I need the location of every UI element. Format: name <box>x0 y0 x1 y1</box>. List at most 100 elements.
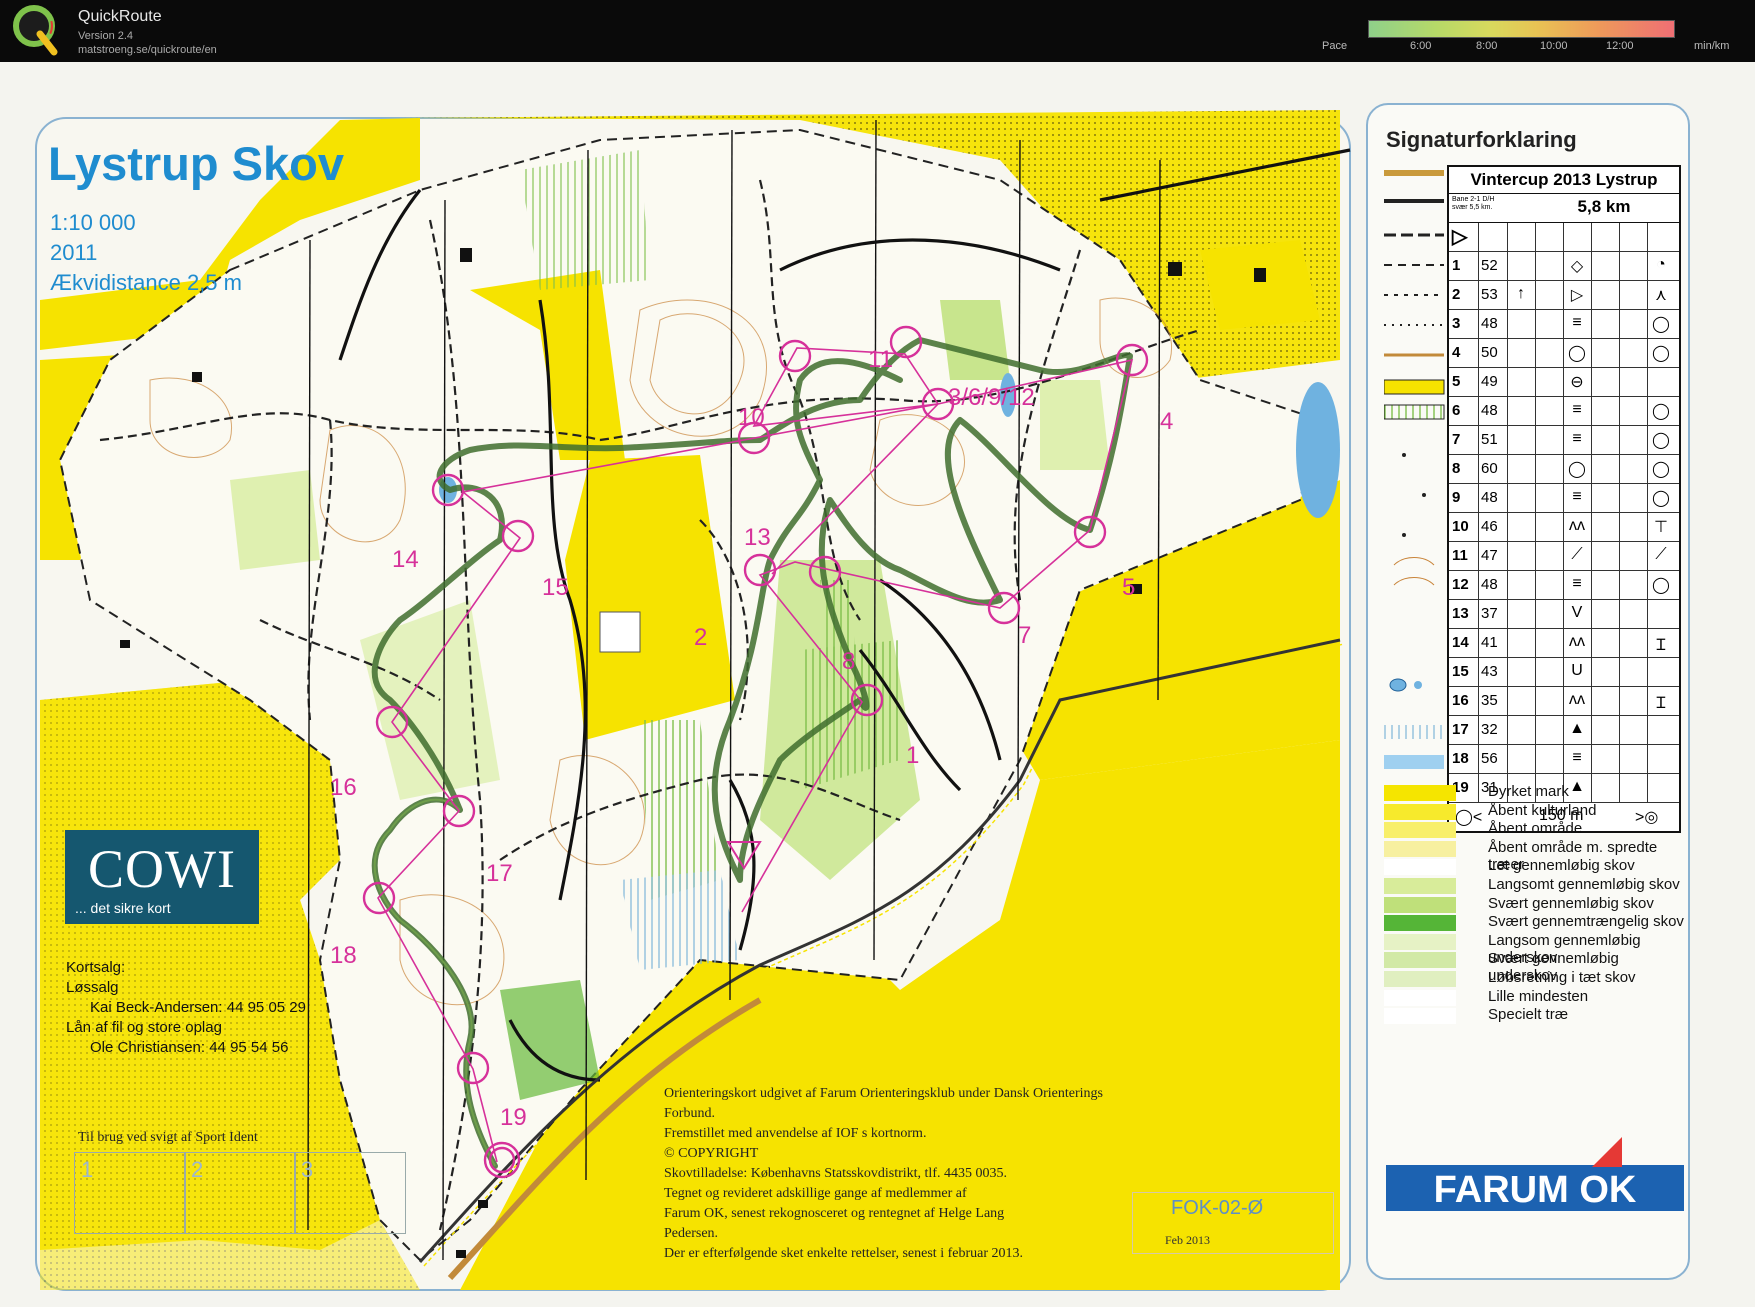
control-number: 9 <box>1452 489 1461 506</box>
legend-swatch <box>1384 840 1456 857</box>
legend-item: Svært gennemløbig skov <box>1488 894 1654 912</box>
column-d-symbol: ◯ <box>1568 461 1586 478</box>
control-description-info: Bane 2-1 D/H svær 5,5 km. 5,8 km <box>1449 194 1679 223</box>
control-description-row: 3 48 ≡ ◯ <box>1449 310 1679 339</box>
control-code: 48 <box>1481 489 1498 506</box>
finish-left-symbol: ◯< <box>1455 809 1483 826</box>
pace-tick: 12:00 <box>1606 40 1634 52</box>
sportident-box: 1 <box>74 1152 186 1234</box>
legend-swatch <box>1384 785 1456 801</box>
control-description-row: 15 43 U <box>1449 658 1679 687</box>
credit-line: Fremstillet med anvendelse af IOF s kort… <box>664 1126 927 1141</box>
quickroute-logo-icon <box>10 4 60 56</box>
column-d-symbol: ⟋ <box>1571 546 1583 563</box>
column-g-symbol: Ɪ <box>1656 637 1666 654</box>
map-code-date: Feb 2013 <box>1165 1233 1210 1247</box>
control-code: 32 <box>1481 721 1498 738</box>
legend-item: Svært gennemtrængelig skov <box>1488 913 1684 931</box>
control-description-row: 17 32 ▲ <box>1449 716 1679 745</box>
control-number: 7 <box>1452 431 1461 448</box>
sportident-box: 2 <box>184 1152 296 1234</box>
pace-color-scale <box>1368 20 1675 38</box>
column-g-symbol: ⊤ <box>1654 519 1668 536</box>
legend-item: Løbsretning i tæt skov <box>1488 969 1636 986</box>
control-number: 15 <box>1452 663 1469 680</box>
column-d-symbol: ≡ <box>1572 749 1582 766</box>
column-d-symbol: ▲ <box>1569 720 1585 737</box>
control-code: 51 <box>1481 431 1498 448</box>
pace-tick: 8:00 <box>1476 40 1498 52</box>
app-title: QuickRoute <box>78 8 162 25</box>
control-code: 48 <box>1481 315 1498 332</box>
control-description-row: 10 46 ʌʌ ⊤ <box>1449 513 1679 542</box>
app-header: QuickRoute Version 2.4 matstroeng.se/qui… <box>0 0 1755 62</box>
control-label: 1 <box>906 742 920 769</box>
control-number: 18 <box>1452 750 1469 767</box>
column-d-symbol: ≡ <box>1572 314 1582 331</box>
control-code: 52 <box>1481 257 1498 274</box>
legend-swatch <box>1384 989 1456 1006</box>
control-description-row: 1 52 ◇ ◔ <box>1449 252 1679 281</box>
legend-swatch <box>1384 971 1456 987</box>
finish-right-symbol: >◎ <box>1635 809 1659 826</box>
column-g-symbol: ◯ <box>1652 316 1670 333</box>
control-number: 4 <box>1452 344 1461 361</box>
control-code: 49 <box>1481 373 1498 390</box>
legend-item: Let gennemløbig skov <box>1488 857 1635 875</box>
map-title: Lystrup Skov <box>48 137 344 190</box>
control-description-row: 12 48 ≡ ◯ <box>1449 571 1679 600</box>
credit-line: Tegnet og revideret adskillige gange af … <box>664 1186 967 1201</box>
column-c-symbol: ↑ <box>1517 285 1525 302</box>
legend-swatch <box>1384 933 1456 950</box>
control-description-row: 6 48 ≡ ◯ <box>1449 397 1679 426</box>
control-label: 18 <box>330 942 357 969</box>
control-code: 43 <box>1481 663 1498 680</box>
legend-item: Åbent område <box>1488 820 1583 838</box>
course-length: 5,8 km <box>1577 197 1631 216</box>
control-label: 14 <box>392 546 419 573</box>
column-g-symbol: ◔ <box>1656 256 1666 273</box>
legend-swatch <box>1384 915 1456 932</box>
app-version: Version 2.4 <box>78 30 134 42</box>
column-d-symbol: ◯ <box>1568 345 1586 362</box>
control-label: 2 <box>694 624 708 651</box>
control-description-row: 5 49 ⊖ <box>1449 368 1679 397</box>
app-url-link[interactable]: matstroeng.se/quickroute/en <box>78 44 217 56</box>
control-description-row: 4 50 ◯ ◯ <box>1449 339 1679 368</box>
control-number: 13 <box>1452 605 1469 622</box>
pace-tick: 10:00 <box>1540 40 1568 52</box>
control-code: 35 <box>1481 692 1498 709</box>
control-description-row: 9 48 ≡ ◯ <box>1449 484 1679 513</box>
sales-single-contact: Kai Beck-Andersen: 44 95 05 29 <box>90 999 306 1016</box>
control-description-row: 16 35 ʌʌ Ɪ <box>1449 687 1679 716</box>
control-number: 17 <box>1452 721 1469 738</box>
column-d-symbol: ʌʌ <box>1569 691 1585 708</box>
legend-swatch <box>1384 896 1456 913</box>
control-number: 10 <box>1452 518 1469 535</box>
credit-line: © COPYRIGHT <box>664 1146 759 1161</box>
legend-title: Signaturforklaring <box>1386 127 1577 152</box>
column-g-symbol: ◯ <box>1652 461 1670 478</box>
legend-swatch <box>1384 803 1456 820</box>
credit-line: Skovtilladelse: Københavns Statsskovdist… <box>664 1166 1007 1181</box>
control-label: 15 <box>542 574 569 601</box>
control-description-row: 11 47 ⟋ ⟋ <box>1449 542 1679 571</box>
column-g-symbol: ◯ <box>1652 403 1670 420</box>
column-g-symbol: ◯ <box>1652 345 1670 362</box>
control-label: 3/6/9/12 <box>948 384 1035 411</box>
control-code: 41 <box>1481 634 1498 651</box>
legend-swatch <box>1384 859 1456 876</box>
legend-swatch <box>1384 952 1456 969</box>
control-code: 60 <box>1481 460 1498 477</box>
legend-item: Åbent kulturland <box>1488 801 1597 819</box>
legend-swatch <box>1384 822 1456 839</box>
control-code: 48 <box>1481 576 1498 593</box>
control-number: 12 <box>1452 576 1469 593</box>
control-number: 2 <box>1452 286 1461 303</box>
control-description-sheet: Vintercup 2013 Lystrup Bane 2-1 D/H svær… <box>1447 165 1681 833</box>
control-code: 46 <box>1481 518 1498 535</box>
column-d-symbol: ≡ <box>1572 488 1582 505</box>
control-description-row: 2 53 ↑ ▷ ⋏ <box>1449 281 1679 310</box>
column-d-symbol: ▷ <box>1570 287 1584 304</box>
map-canvas[interactable]: 1 2 3/6/9/12 4 5 7 8 10 11 13 14 15 16 1… <box>0 62 1755 1307</box>
